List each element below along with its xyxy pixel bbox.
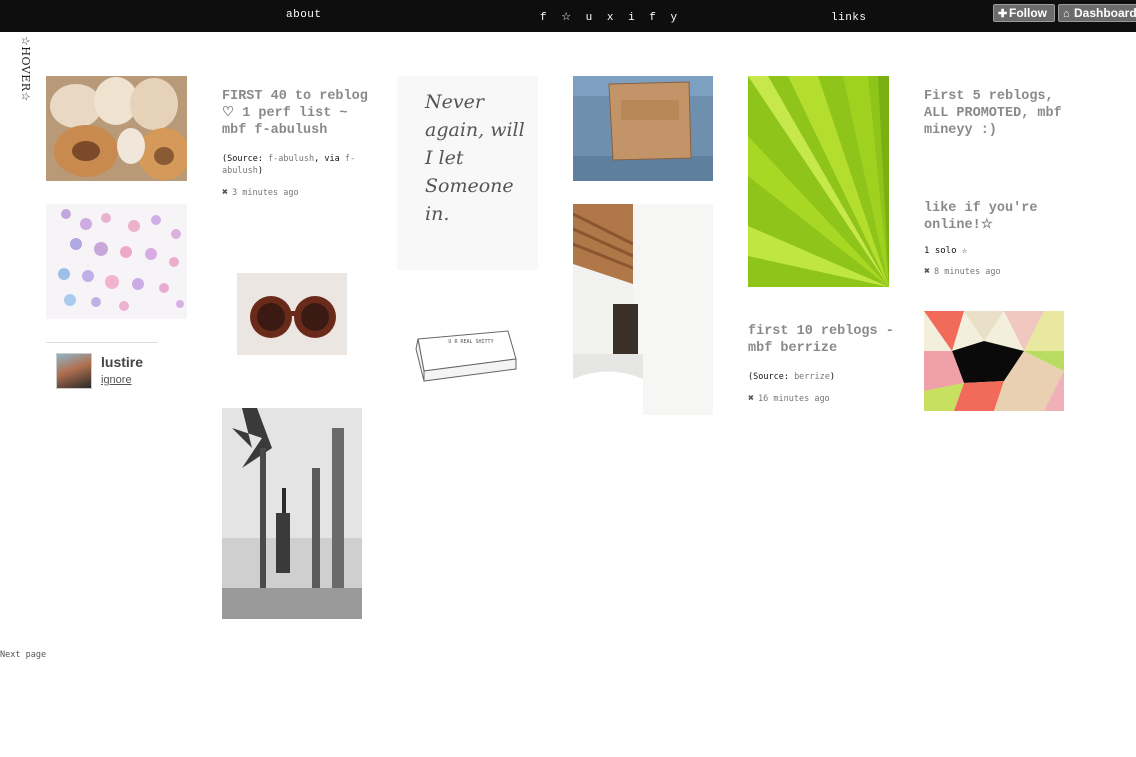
post-time[interactable]: 16 minutes ago: [758, 394, 830, 404]
post-meta: ✖ 8 minutes ago: [924, 266, 1074, 277]
text-post-first-40: FIRST 40 to reblog ♡ 1 perf list ~ mbf f…: [222, 88, 372, 198]
source-close: ): [257, 166, 263, 176]
source-label: (Source:: [222, 154, 269, 164]
sunglasses-photo[interactable]: [237, 273, 347, 355]
source-label: (Source:: [748, 372, 795, 382]
text-post-online: like if you're online!☆ 1 solo ☆ ✖ 8 minu…: [924, 200, 1074, 277]
source-close: ): [829, 372, 836, 382]
hover-sidebar[interactable]: ☆HOVER☆: [14, 36, 36, 106]
cake-text: U R REAL SHITTY: [448, 339, 494, 345]
cake-drawing[interactable]: U R REAL SHITTY: [412, 327, 520, 382]
agave-leaf-photo[interactable]: [748, 76, 889, 287]
post-time[interactable]: 3 minutes ago: [232, 188, 299, 198]
geometric-pattern-art[interactable]: [924, 311, 1064, 411]
beach-photo[interactable]: [222, 408, 362, 619]
text-post-first-10: first 10 reblogs - mbf berrize (Source: …: [748, 323, 898, 404]
plus-icon: ✚: [998, 8, 1008, 20]
post-meta: ✖ 3 minutes ago: [222, 187, 372, 198]
post-title[interactable]: first 10 reblogs - mbf berrize: [748, 323, 898, 357]
close-icon[interactable]: ✖: [222, 187, 228, 198]
user-name[interactable]: lustire: [101, 354, 143, 370]
post-time[interactable]: 8 minutes ago: [934, 267, 1001, 277]
nav-links-link[interactable]: links: [831, 12, 867, 24]
flowers-painting[interactable]: [46, 204, 187, 319]
source-link[interactable]: f-abulush: [268, 154, 314, 164]
donuts-photo[interactable]: [46, 76, 187, 181]
post-source: (Source: berrize): [748, 371, 898, 383]
follow-button[interactable]: ✚ Follow: [993, 4, 1055, 22]
note-text: Never again, will I let Someone in.: [425, 91, 525, 225]
post-title[interactable]: FIRST 40 to reblog ♡ 1 perf list ~ mbf f…: [222, 88, 372, 139]
source-link[interactable]: berrize: [794, 372, 830, 382]
hover-label-text: ☆HOVER☆: [19, 36, 32, 102]
dashboard-button[interactable]: ⌂ Dashboard: [1058, 4, 1136, 22]
blog-title-link[interactable]: f ☆ u x i f y: [540, 10, 681, 24]
close-icon[interactable]: ✖: [748, 393, 754, 404]
next-page-link[interactable]: Next page: [0, 650, 46, 660]
jeans-label-photo[interactable]: [573, 76, 713, 181]
ignore-link[interactable]: ignore: [101, 374, 132, 386]
follow-label: Follow: [1009, 6, 1047, 20]
text-post-first-5: First 5 reblogs, ALL PROMOTED, mbf miney…: [924, 88, 1064, 139]
bedroom-photo[interactable]: [573, 204, 713, 415]
post-title[interactable]: like if you're online!☆: [924, 200, 1074, 234]
close-icon[interactable]: ✖: [924, 266, 930, 277]
top-bar: about f ☆ u x i f y links ✚ Follow ⌂ Dashb…: [0, 0, 1136, 32]
post-source: (Source: f-abulush, via f-abulush): [222, 153, 372, 177]
post-body: 1 solo ☆: [924, 246, 968, 256]
post-meta: ✖ 16 minutes ago: [748, 393, 898, 404]
home-icon: ⌂: [1063, 8, 1070, 20]
nav-about-link[interactable]: about: [286, 9, 322, 21]
post-title[interactable]: First 5 reblogs, ALL PROMOTED, mbf miney…: [924, 88, 1064, 139]
via-label: , via: [314, 154, 340, 164]
avatar[interactable]: [56, 353, 92, 389]
handwritten-note[interactable]: Never again, will I let Someone in.: [397, 76, 538, 270]
dashboard-label: Dashboard: [1074, 6, 1136, 20]
user-card-divider: [46, 342, 158, 343]
